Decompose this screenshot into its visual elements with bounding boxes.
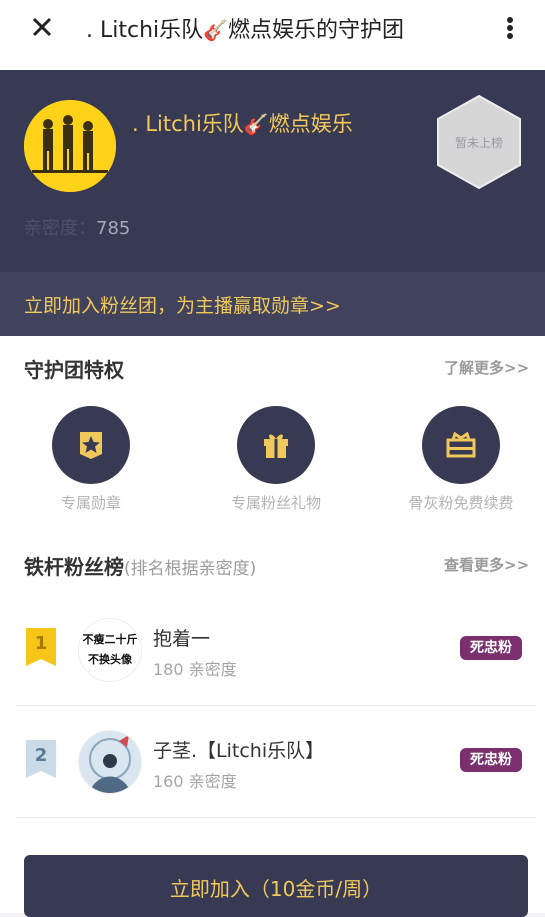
leaderboard-title: 铁杆粉丝榜(排名根据亲密度) xyxy=(24,555,257,579)
more-vertical-icon[interactable] xyxy=(496,12,524,44)
privilege-icon-circle xyxy=(52,406,130,484)
join-button[interactable]: 立即加入（10金币/周） xyxy=(24,855,528,917)
intimacy-label: 亲密度： xyxy=(24,218,96,239)
privilege-icon-circle xyxy=(422,406,500,484)
rank-number: 1 xyxy=(34,633,48,654)
fan-name: 抱着一 xyxy=(153,628,211,650)
avatar-text-2: 不换头像 xyxy=(88,653,132,666)
fan-level-badge: 死忠粉 xyxy=(460,636,522,660)
intimacy-score: 亲密度：785 xyxy=(24,214,130,240)
privileges-more-link[interactable]: 了解更多>> xyxy=(444,357,529,378)
join-banner-text: 立即加入粉丝团，为主播赢取勋章>> xyxy=(24,295,341,317)
anchor-avatar[interactable] xyxy=(24,100,116,192)
avatar[interactable]: 不瘦二十斤 不换头像 xyxy=(78,618,142,682)
rank-ribbon: 1 xyxy=(26,628,56,666)
privilege-item[interactable]: 专属勋章 xyxy=(16,406,166,513)
avatar[interactable] xyxy=(78,730,142,794)
close-icon[interactable] xyxy=(26,10,60,44)
page-title: . Litchi乐队🎸燃点娱乐的守护团 xyxy=(86,18,405,43)
fan-intimacy: 180 亲密度 xyxy=(153,660,237,679)
rank-number: 2 xyxy=(34,745,48,766)
fan-level-badge: 死忠粉 xyxy=(460,748,522,772)
top-bar: . Litchi乐队🎸燃点娱乐的守护团 xyxy=(0,0,545,70)
privilege-item[interactable]: 骨灰粉免费续费 xyxy=(386,406,536,513)
privilege-icon-circle xyxy=(237,406,315,484)
ticket-icon xyxy=(446,431,476,458)
leaderboard-row[interactable]: 1 不瘦二十斤 不换头像 抱着一 180 亲密度 死忠粉 xyxy=(16,594,536,706)
privileges-title: 守护团特权 xyxy=(24,358,124,382)
row-divider xyxy=(16,817,536,818)
anchor-name: . Litchi乐队🎸燃点娱乐 xyxy=(132,112,353,136)
fan-name: 子茎.【Litchi乐队】 xyxy=(153,740,325,762)
leaderboard-more-link[interactable]: 查看更多>> xyxy=(444,554,529,575)
privilege-label: 专属粉丝礼物 xyxy=(230,494,321,512)
join-button-label: 立即加入（10金币/周） xyxy=(169,877,383,901)
join-banner[interactable]: 立即加入粉丝团，为主播赢取勋章>> xyxy=(0,272,545,336)
rank-ribbon: 2 xyxy=(26,740,56,778)
rank-badge-label: 暂未上榜 xyxy=(454,136,503,150)
guitar-icon: 🎸 xyxy=(243,112,269,136)
fan-intimacy: 160 亲密度 xyxy=(153,772,237,791)
gift-icon xyxy=(264,434,288,458)
leaderboard-note: (排名根据亲密度) xyxy=(124,559,257,579)
privilege-label: 专属勋章 xyxy=(60,494,121,512)
intimacy-value: 785 xyxy=(96,218,131,239)
guitar-icon: 🎸 xyxy=(203,18,229,42)
anchor-header: . Litchi乐队🎸燃点娱乐 暂未上榜 亲密度：785 xyxy=(0,70,545,272)
leaderboard-row[interactable]: 2 子茎.【Litchi乐队】 160 亲密度 死忠粉 xyxy=(16,706,536,818)
avatar-text-1: 不瘦二十斤 xyxy=(82,633,138,646)
privilege-item[interactable]: 专属粉丝礼物 xyxy=(201,406,351,513)
rank-badge: 暂未上榜 xyxy=(436,94,522,190)
privilege-label: 骨灰粉免费续费 xyxy=(408,494,514,512)
badge-star-icon xyxy=(80,432,102,459)
